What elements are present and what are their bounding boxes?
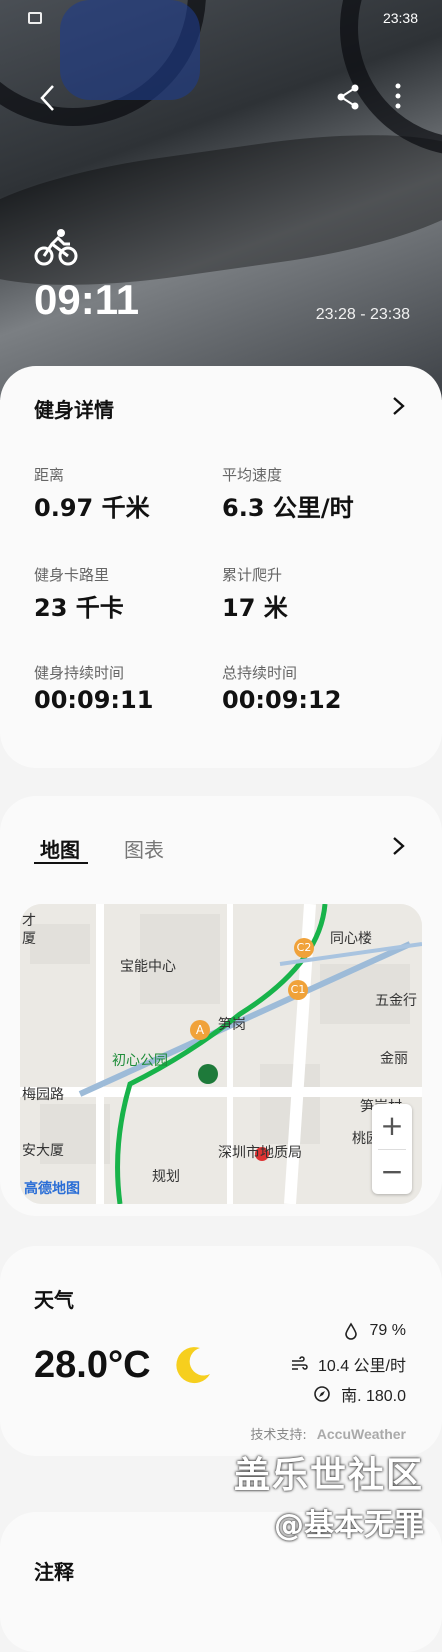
workout-time-range: 23:28 - 23:38 <box>315 306 410 323</box>
stat-value-elevation: 17 米 <box>222 594 288 622</box>
map-label: 宝能中心 <box>120 959 176 975</box>
weather-temperature: 28.0°C <box>34 1344 151 1386</box>
map-label: 厦 <box>22 931 36 947</box>
stat-label-distance: 距离 <box>34 466 65 484</box>
fitness-details-card: 健身详情 距离 0.97 千米 平均速度 6.3 公里/时 健身卡路里 23 千… <box>0 366 442 768</box>
stat-value-calories: 23 千卡 <box>34 594 124 622</box>
more-vertical-icon <box>395 83 401 109</box>
humidity-row: 79 % <box>342 1322 406 1340</box>
map-label: 安大厦 <box>22 1143 64 1159</box>
accuweather-logo: AccuWeather <box>316 1425 406 1442</box>
bicycle-icon <box>34 229 78 266</box>
map-marker-a[interactable]: A <box>190 1020 210 1040</box>
zoom-in-button[interactable]: + <box>372 1104 412 1148</box>
humidity-icon <box>344 1322 357 1340</box>
moon-icon <box>176 1347 210 1384</box>
top-bar <box>0 78 442 118</box>
map-label: 五金行 <box>375 993 417 1009</box>
stat-label-avg-speed: 平均速度 <box>222 466 283 484</box>
weather-credit: 技术支持: AccuWeather <box>250 1424 406 1444</box>
chevron-right-icon[interactable] <box>388 396 408 416</box>
chevron-left-icon <box>40 85 54 111</box>
map-marker-c1[interactable]: C1 <box>288 980 308 1000</box>
zoom-control: + − <box>372 1104 412 1194</box>
more-options-button[interactable] <box>378 78 418 118</box>
stat-value-total-duration: 00:09:12 <box>222 686 342 714</box>
map-label: 初心公园 <box>112 1053 168 1069</box>
route-map[interactable]: 才 厦 宝能中心 同心楼 五金行 笋岗 初心公园 金丽 梅园路 笋岗村 安大厦 … <box>20 904 422 1204</box>
map-card: 地图 图表 才 厦 宝能中心 同心楼 五金行 笋岗 初心公园 金丽 梅园路 安大… <box>0 796 442 1216</box>
wind-direction-value: 南. 180.0 <box>341 1388 406 1405</box>
hero-banner <box>0 0 442 400</box>
map-label: 笋岗 <box>218 1017 246 1033</box>
watermark-text: 盖乐世社区 <box>233 1455 424 1496</box>
stat-label-calories: 健身卡路里 <box>34 566 110 584</box>
status-bar: 23:38 <box>0 8 442 32</box>
watermark-handle: @基本无罪 <box>274 1508 424 1543</box>
stat-value-distance: 0.97 千米 <box>34 494 150 522</box>
credit-label: 技术支持: <box>250 1428 307 1443</box>
zoom-out-button[interactable]: − <box>372 1150 412 1194</box>
back-button[interactable] <box>28 78 68 118</box>
weather-card: 天气 28.0°C 79 % 10.4 公里/时 南. 180.0 技术支持: … <box>0 1246 442 1456</box>
wind-speed-value: 10.4 公里/时 <box>317 1358 406 1375</box>
wind-speed-row: 10.4 公里/时 <box>290 1352 406 1376</box>
map-label: 金丽 <box>380 1051 408 1067</box>
map-label: 规划 <box>152 1169 180 1185</box>
tab-chart[interactable]: 图表 <box>124 834 164 863</box>
workout-duration: 09:11 <box>34 276 140 323</box>
tab-map[interactable]: 地图 <box>40 834 80 863</box>
stat-value-workout-duration: 00:09:11 <box>34 686 154 714</box>
humidity-value: 79 % <box>369 1322 406 1339</box>
map-label: 梅园路 <box>22 1087 64 1103</box>
status-time: 23:38 <box>382 10 418 26</box>
map-marker-c2[interactable]: C2 <box>294 938 314 958</box>
stat-label-total-duration: 总持续时间 <box>222 664 298 682</box>
map-provider-logo: 高德地图 <box>24 1181 80 1197</box>
stat-value-avg-speed: 6.3 公里/时 <box>222 494 354 522</box>
tab-underline <box>34 862 88 864</box>
stat-label-workout-duration: 健身持续时间 <box>34 664 125 682</box>
notes-title: 注释 <box>34 1560 74 1584</box>
weather-title: 天气 <box>34 1288 74 1312</box>
map-label: 深圳市地质局 <box>218 1145 302 1161</box>
map-label: 同心楼 <box>330 931 372 947</box>
fitness-details-title: 健身详情 <box>34 398 114 422</box>
chevron-right-icon[interactable] <box>388 836 408 856</box>
gallery-icon <box>28 12 42 24</box>
share-button[interactable] <box>328 78 368 118</box>
compass-icon <box>314 1386 330 1402</box>
wind-icon <box>291 1356 308 1370</box>
stat-label-elevation: 累计爬升 <box>222 566 283 584</box>
wind-direction-row: 南. 180.0 <box>313 1382 406 1406</box>
share-icon <box>337 84 359 110</box>
map-label: 才 <box>22 913 36 929</box>
